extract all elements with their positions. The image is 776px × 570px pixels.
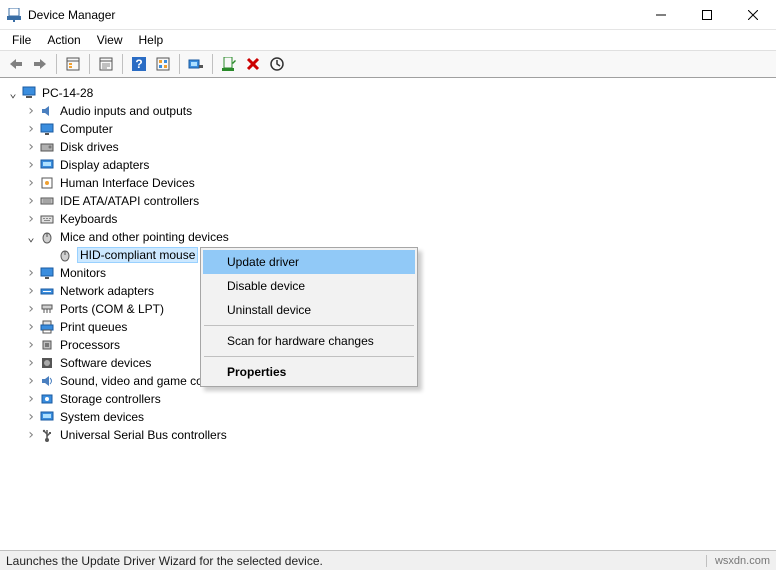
disable-device-icon[interactable] [241,53,265,75]
tree-category[interactable]: Display adapters [6,156,776,174]
chevron-right-icon[interactable] [24,319,38,335]
close-button[interactable] [730,0,776,30]
help-icon[interactable]: ? [127,53,151,75]
chevron-right-icon[interactable] [24,121,38,137]
tree-device-label: HID-compliant mouse [78,248,197,262]
tree-category[interactable]: System devices [6,408,776,426]
context-menu-scan-hardware[interactable]: Scan for hardware changes [203,329,415,353]
chevron-right-icon[interactable] [24,265,38,281]
chevron-down-icon[interactable] [6,86,20,100]
system-icon [38,409,56,425]
cpu-icon [38,337,56,353]
printer-icon [38,319,56,335]
context-menu-uninstall-device[interactable]: Uninstall device [203,298,415,322]
tree-category[interactable]: IDE ATA/ATAPI controllers [6,192,776,210]
chevron-right-icon[interactable] [24,283,38,299]
chevron-right-icon[interactable] [24,373,38,389]
context-menu-divider [204,325,414,326]
back-button[interactable] [4,53,28,75]
chevron-down-icon[interactable] [24,230,38,244]
tree-category[interactable]: Human Interface Devices [6,174,776,192]
chevron-right-icon[interactable] [24,103,38,119]
chevron-right-icon[interactable] [24,337,38,353]
context-menu: Update driver Disable device Uninstall d… [200,247,418,387]
audio-icon [38,103,56,119]
tree-category-mice[interactable]: Mice and other pointing devices [6,228,776,246]
tree-category[interactable]: Storage controllers [6,390,776,408]
tree-root-row[interactable]: PC-14-28 [6,84,776,102]
tree-category[interactable]: Disk drives [6,138,776,156]
chevron-right-icon[interactable] [24,391,38,407]
uninstall-device-icon[interactable] [265,53,289,75]
titlebar: Device Manager [0,0,776,30]
tree-category[interactable]: Audio inputs and outputs [6,102,776,120]
chevron-right-icon[interactable] [24,355,38,371]
statusbar: Launches the Update Driver Wizard for th… [0,550,776,570]
properties-icon[interactable] [94,53,118,75]
network-icon [38,283,56,299]
context-menu-divider [204,356,414,357]
menu-file[interactable]: File [4,31,39,49]
chevron-right-icon[interactable] [24,211,38,227]
tree-category[interactable]: Computer [6,120,776,138]
update-driver-icon[interactable] [184,53,208,75]
enable-device-icon[interactable] [217,53,241,75]
chevron-right-icon[interactable] [24,175,38,191]
mouse-icon [56,247,74,263]
context-menu-update-driver[interactable]: Update driver [203,250,415,274]
chevron-right-icon[interactable] [24,139,38,155]
tree-root-label: PC-14-28 [42,86,93,100]
context-menu-properties[interactable]: Properties [203,360,415,384]
svg-text:?: ? [135,57,142,71]
tree-category[interactable]: Universal Serial Bus controllers [6,426,776,444]
menubar: File Action View Help [0,30,776,50]
chevron-right-icon[interactable] [24,301,38,317]
show-hide-console-tree-icon[interactable] [61,53,85,75]
sound-icon [38,373,56,389]
menu-view[interactable]: View [89,31,131,49]
chevron-right-icon[interactable] [24,193,38,209]
ports-icon [38,301,56,317]
computer-icon [38,121,56,137]
statusbar-text: Launches the Update Driver Wizard for th… [6,554,323,568]
maximize-button[interactable] [684,0,730,30]
tree-category[interactable]: Keyboards [6,210,776,228]
minimize-button[interactable] [638,0,684,30]
hid-icon [38,175,56,191]
storage-icon [38,391,56,407]
usb-icon [38,427,56,443]
app-icon [6,7,22,23]
keyboard-icon [38,211,56,227]
menu-help[interactable]: Help [131,31,172,49]
disk-icon [38,139,56,155]
chevron-right-icon[interactable] [24,427,38,443]
software-icon [38,355,56,371]
chevron-right-icon[interactable] [24,157,38,173]
forward-button[interactable] [28,53,52,75]
monitor-icon [38,265,56,281]
menu-action[interactable]: Action [39,31,88,49]
statusbar-brand: wsxdn.com [706,555,770,567]
computer-icon [20,85,38,101]
context-menu-disable-device[interactable]: Disable device [203,274,415,298]
toolbar: ? [0,50,776,78]
chevron-right-icon[interactable] [24,409,38,425]
window-title: Device Manager [28,8,638,22]
mouse-icon [38,229,56,245]
show-hidden-icon[interactable] [151,53,175,75]
ide-icon [38,193,56,209]
display-icon [38,157,56,173]
